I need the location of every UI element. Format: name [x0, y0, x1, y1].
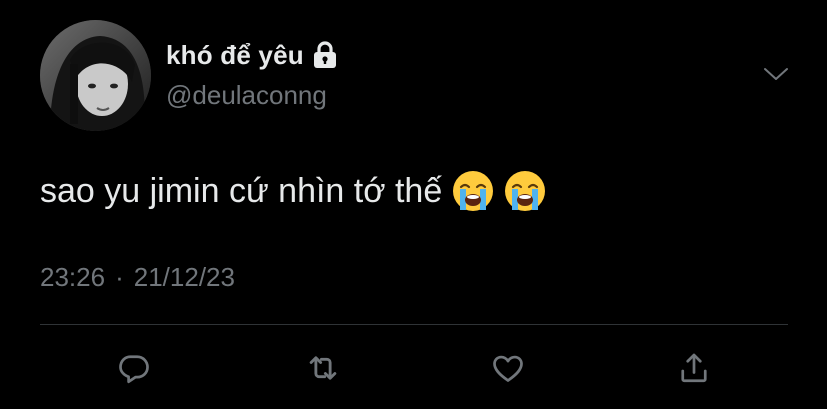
- tweet-timestamp[interactable]: 23:26 · 21/12/23: [40, 262, 235, 293]
- user-handle[interactable]: @deulaconng: [166, 80, 327, 111]
- display-name-row[interactable]: khó để yêu: [166, 36, 338, 74]
- display-name[interactable]: khó để yêu: [166, 40, 304, 71]
- loudly-crying-face-emoji: [452, 170, 494, 212]
- share-icon: [681, 353, 707, 383]
- tweet-text: sao yu jimin cứ nhìn tớ thế: [40, 171, 443, 210]
- tweet-time: 23:26: [40, 262, 106, 292]
- heart-icon: [493, 355, 523, 382]
- like-button[interactable]: [488, 348, 528, 388]
- lock-icon: [312, 40, 338, 70]
- share-button[interactable]: [674, 348, 714, 388]
- reply-button[interactable]: [114, 348, 154, 388]
- avatar-image: [40, 20, 151, 131]
- divider: [40, 324, 788, 325]
- retweet-icon: [309, 356, 337, 380]
- avatar[interactable]: [40, 20, 151, 131]
- tweet-body: sao yu jimin cứ nhìn tớ thế: [40, 170, 546, 212]
- chevron-down-icon[interactable]: [764, 64, 788, 84]
- tweet-date: 21/12/23: [133, 262, 235, 292]
- separator-dot: ·: [115, 262, 124, 292]
- reply-icon: [119, 355, 149, 384]
- retweet-button[interactable]: [303, 348, 343, 388]
- loudly-crying-face-emoji: [504, 170, 546, 212]
